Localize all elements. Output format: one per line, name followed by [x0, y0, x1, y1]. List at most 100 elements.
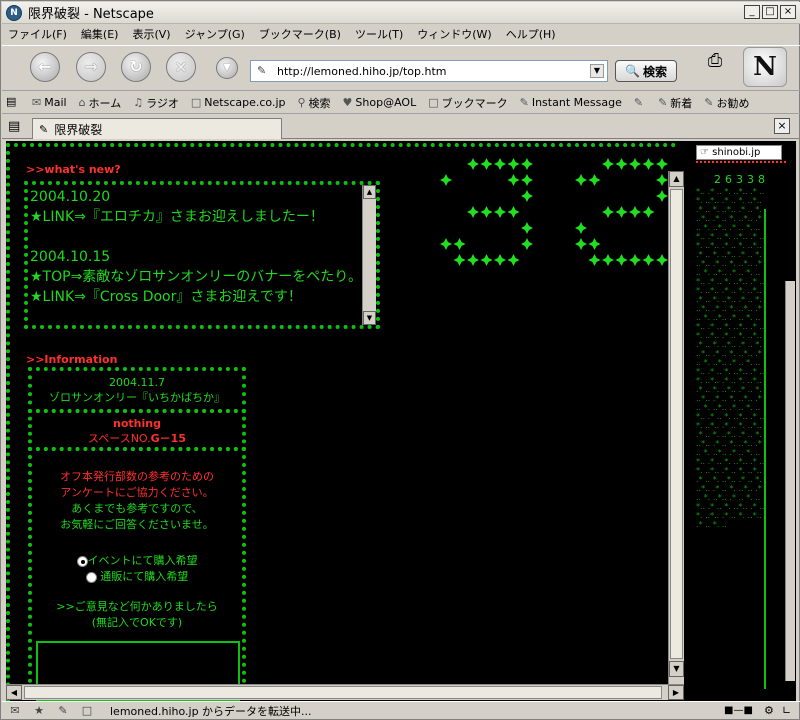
survey-box: オフ本発行部数の参考のための アンケートにご協力ください。 あくまでも参考ですの…	[28, 447, 246, 701]
search-icon: ⚲	[297, 96, 306, 109]
star-glyph	[521, 238, 533, 250]
star-glyph	[588, 174, 601, 186]
toolbar-item-link[interactable]: ✎	[634, 96, 646, 109]
star-glyph	[467, 206, 479, 218]
toolbar-item-recommend[interactable]: ✎ お勧め	[704, 95, 749, 111]
ad-divider	[696, 161, 786, 163]
star-glyph	[575, 222, 587, 234]
mail-icon[interactable]: ✉	[6, 704, 24, 718]
news-date: 2004.10.15	[30, 249, 111, 265]
right-scrollbar[interactable]	[785, 281, 795, 681]
window-title: 限界破裂 - Netscape	[28, 7, 154, 22]
addressbook-icon[interactable]: □	[78, 704, 96, 718]
toolbar-item-im[interactable]: ✎ Instant Message	[520, 96, 622, 109]
toolbar-item-bookmarks[interactable]: □ ブックマーク	[428, 95, 507, 111]
menu-bar: ファイル(F) 編集(E) 表示(V) ジャンプ(G) ブックマーク(B) ツー…	[2, 25, 800, 43]
menu-help[interactable]: ヘルプ(H)	[506, 26, 556, 42]
ascii-art: *.. .* .. *. ..*.. .* .. *. ..*.. .* .. …	[696, 187, 765, 529]
toolbar-grip-icon[interactable]: ▤	[6, 95, 16, 108]
maximize-button[interactable]: □	[762, 5, 778, 19]
search-button[interactable]: 🔍 検索	[615, 60, 677, 82]
status-text: lemoned.hiho.jp からデータを転送中...	[110, 705, 312, 718]
toolbar-item-new[interactable]: ✎ 新着	[658, 95, 692, 111]
close-tab-button[interactable]: ×	[774, 118, 790, 134]
star-glyph	[467, 254, 479, 266]
stop-button[interactable]: ×	[166, 52, 196, 82]
menu-bookmarks[interactable]: ブックマーク(B)	[259, 26, 341, 42]
menu-go[interactable]: ジャンプ(G)	[185, 26, 245, 42]
link-icon: ✎	[658, 96, 668, 109]
tab-page-icon: ✎	[39, 122, 49, 136]
folder-icon: □	[428, 96, 439, 109]
star-glyph	[656, 174, 668, 186]
radio-option-event[interactable]: イベントにて購入希望	[32, 553, 242, 569]
star-glyph	[642, 254, 655, 266]
toolbar-item-shop[interactable]: ♥ Shop@AOL	[343, 96, 417, 109]
toolbar-item-home[interactable]: ⌂ ホーム	[79, 95, 122, 111]
menu-view[interactable]: 表示(V)	[132, 26, 170, 42]
star-glyph	[629, 206, 641, 218]
star-glyph	[521, 174, 533, 186]
star-glyph	[467, 158, 479, 170]
radio-option-mail[interactable]: 通販にて購入希望	[32, 569, 242, 585]
page-content: >>what's new? 2004.10.20 ★LINK⇒『エロチカ』さまお…	[6, 141, 796, 701]
star-glyph	[629, 158, 641, 170]
survey-text: オフ本発行部数の参考のための アンケートにご協力ください。	[60, 470, 214, 499]
comment-prompt: >>ご意見など何かありましたら (無記入でOKです)	[56, 600, 218, 629]
menu-tools[interactable]: ツール(T)	[355, 26, 403, 42]
news-scrollbar[interactable]: ▲ ▼	[362, 185, 376, 325]
forward-button[interactable]: →	[76, 52, 106, 82]
space-label: スペースNO.	[88, 432, 151, 445]
toolbar-item-radio[interactable]: ♫ ラジオ	[133, 95, 179, 111]
close-button[interactable]: ×	[780, 5, 796, 19]
url-bar[interactable]: ✎ http://lemoned.hiho.jp/top.htm ▼	[250, 60, 608, 82]
resize-grip-icon[interactable]: ∟	[782, 704, 791, 717]
back-button[interactable]: ←	[30, 52, 60, 82]
star-glyph	[656, 190, 668, 202]
tab-bar: ▤ ✎ 限界破裂 ×	[2, 115, 800, 139]
star-glyph	[602, 254, 614, 266]
mail-icon: ✉	[32, 96, 42, 109]
info-heading: >>Information	[26, 353, 118, 366]
search-label: 検索	[642, 64, 667, 79]
star-glyph	[602, 158, 614, 170]
ad-label[interactable]: ☞ shinobi.jp	[696, 145, 782, 160]
netscape-app-icon: N	[6, 4, 22, 21]
home-icon: ⌂	[78, 96, 86, 109]
news-box: 2004.10.20 ★LINK⇒『エロチカ』さまお迎えしましたー！ 2004.…	[24, 181, 380, 329]
menu-edit[interactable]: 編集(E)	[81, 26, 119, 42]
page-icon: ✎	[257, 64, 267, 77]
composer-icon[interactable]: ✎	[54, 704, 72, 718]
reload-button[interactable]: ↻	[121, 52, 151, 82]
star-glyph	[575, 238, 587, 250]
star-art	[440, 158, 668, 266]
url-dropdown-icon[interactable]: ▼	[590, 64, 604, 78]
shop-icon: ♥	[342, 96, 353, 109]
aim-icon[interactable]: ★	[30, 704, 48, 718]
menu-file[interactable]: ファイル(F)	[8, 26, 67, 42]
ad-icon: ☞	[700, 147, 713, 158]
toolbar-item-search[interactable]: ⚲ 検索	[297, 95, 330, 111]
connection-icon: ■—■	[724, 705, 753, 716]
toolbar-item-netscape[interactable]: □ Netscape.co.jp	[191, 96, 286, 109]
title-bar: N 限界破裂 - Netscape _ □ ×	[2, 2, 800, 24]
star-glyph	[507, 158, 520, 170]
print-icon[interactable]: ⎙	[700, 50, 730, 76]
horizontal-scrollbar[interactable]: ◀ ▶	[6, 684, 684, 700]
frame-scrollbar[interactable]: ▲ ▼	[668, 171, 684, 686]
star-glyph	[507, 174, 520, 186]
url-text: http://lemoned.hiho.jp/top.htm	[277, 64, 447, 78]
navigation-toolbar: ← → ↻ × ▼ ✎ http://lemoned.hiho.jp/top.h…	[2, 45, 800, 91]
menu-window[interactable]: ウィンドウ(W)	[417, 26, 491, 42]
star-glyph	[656, 158, 668, 170]
toolbar-item-mail[interactable]: ✉ Mail	[32, 96, 67, 109]
tab-active[interactable]: ✎ 限界破裂	[32, 118, 282, 139]
link-icon: ✎	[704, 96, 714, 109]
star-glyph	[615, 158, 628, 170]
whats-new-heading: >>what's new?	[26, 163, 121, 176]
minimize-button[interactable]: _	[744, 5, 760, 19]
new-tab-icon[interactable]: ▤	[8, 119, 20, 134]
star-glyph	[521, 222, 533, 234]
star-glyph	[480, 254, 493, 266]
history-dropdown-button[interactable]: ▼	[216, 57, 238, 79]
